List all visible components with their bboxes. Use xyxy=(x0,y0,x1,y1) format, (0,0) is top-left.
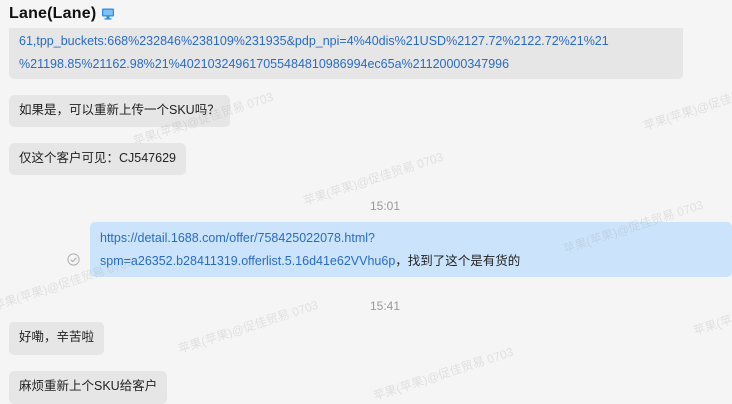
message-bubble-ok-thanks: 好嘞，辛苦啦 xyxy=(9,322,105,355)
message-text: 麻烦重新上个SKU给客户 xyxy=(19,379,158,393)
contact-name[interactable]: Lane(Lane) xyxy=(9,5,96,23)
message-bubble-link-continuation: 61,tpp_buckets:668%232846%238109%231935&… xyxy=(9,20,683,79)
message-bubble-reupload-question: 如果是，可以重新上传一个SKU吗？ xyxy=(9,95,230,127)
message-text: 如果是，可以重新上传一个SKU吗？ xyxy=(19,103,220,117)
desktop-online-icon xyxy=(102,8,115,20)
message-text: 仅这个客户可见：CJ547629 xyxy=(19,151,176,165)
message-link-line[interactable]: spm=a26352.b28411319.offerlist.5.16d41e6… xyxy=(100,254,395,268)
message-link-line[interactable]: %21198.85%21162.98%21%402103249617055484… xyxy=(19,53,673,76)
message-link-line[interactable]: 61,tpp_buckets:668%232846%238109%231935&… xyxy=(19,30,673,53)
read-receipt-icon xyxy=(67,253,80,266)
message-text: ，找到了这个是有货的 xyxy=(395,254,521,268)
message-timestamp: 15:01 xyxy=(369,199,401,213)
chat-area[interactable]: 61,tpp_buckets:668%232846%238109%231935&… xyxy=(0,0,732,404)
message-bubble-reupload-sku: 麻烦重新上个SKU给客户 xyxy=(9,371,168,404)
message-bubble-outgoing-link: https://detail.1688.com/offer/7584250220… xyxy=(90,222,732,277)
message-bubble-customer-visible: 仅这个客户可见：CJ547629 xyxy=(9,143,186,175)
chat-header: Lane(Lane) xyxy=(0,0,732,28)
message-link-line[interactable]: https://detail.1688.com/offer/7584250220… xyxy=(100,231,375,245)
message-timestamp: 15:41 xyxy=(369,299,401,313)
message-text: 好嘞，辛苦啦 xyxy=(19,330,95,344)
